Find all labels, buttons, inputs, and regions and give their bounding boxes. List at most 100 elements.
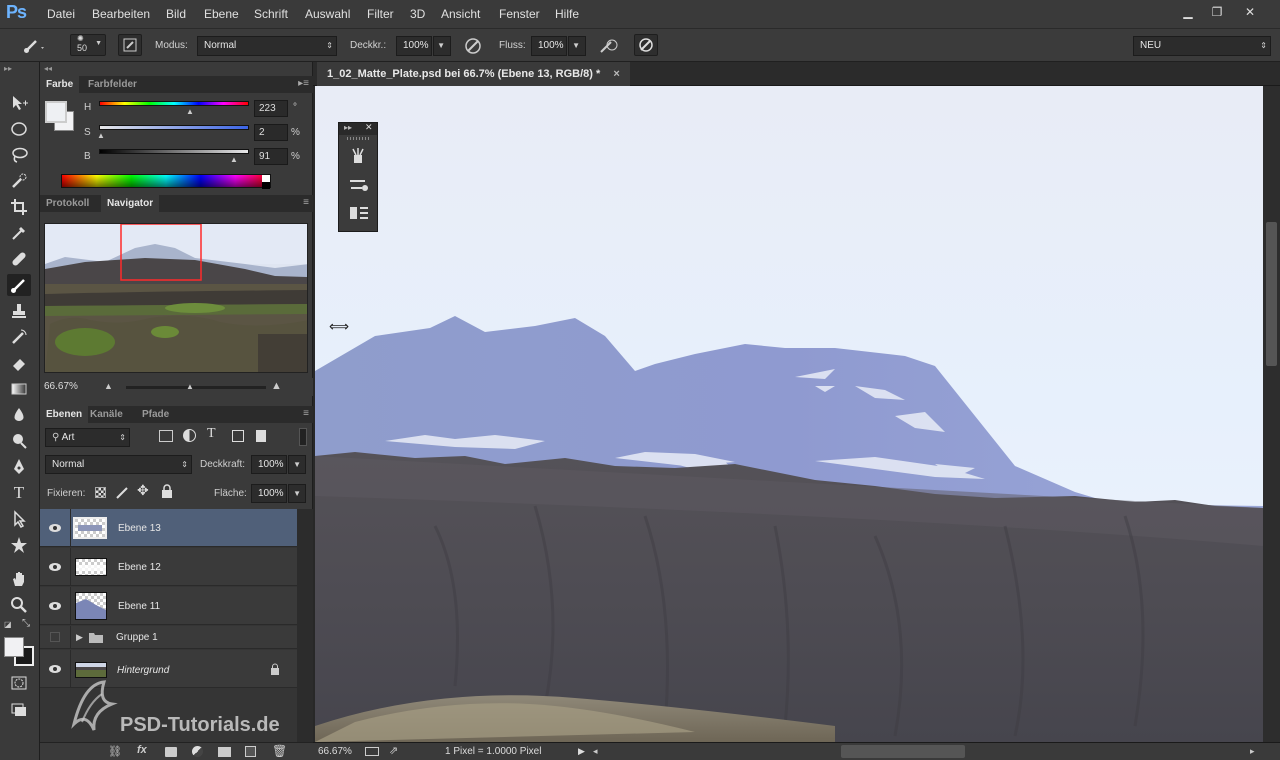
trash-icon[interactable]: 🗑 bbox=[272, 744, 287, 758]
menu-datei[interactable]: Datei bbox=[47, 7, 75, 21]
quick-selection-tool-icon[interactable] bbox=[7, 170, 31, 192]
brush-tool-icon[interactable] bbox=[22, 35, 46, 58]
status-menu-arrow[interactable]: ▶ bbox=[578, 746, 585, 757]
layer-row-ebene-13[interactable]: Ebene 13 bbox=[40, 509, 297, 547]
blur-tool-icon[interactable] bbox=[7, 404, 31, 426]
menu-ansicht[interactable]: Ansicht bbox=[441, 7, 480, 21]
layer-row-gruppe-1[interactable]: ▶ Gruppe 1 bbox=[40, 626, 297, 649]
filter-shape-icon[interactable] bbox=[232, 430, 244, 442]
document-tab[interactable]: 1_02_Matte_Plate.psd bei 66.7% (Ebene 13… bbox=[317, 62, 630, 86]
image-canvas[interactable]: ⟺ bbox=[315, 86, 1263, 742]
menu-bild[interactable]: Bild bbox=[166, 7, 186, 21]
vertical-scrollbar[interactable] bbox=[1263, 86, 1280, 742]
color-ramp[interactable] bbox=[61, 174, 271, 189]
layer-row-ebene-11[interactable]: Ebene 11 bbox=[40, 587, 297, 625]
menu-filter[interactable]: Filter bbox=[367, 7, 394, 21]
tablet-size-icon[interactable] bbox=[634, 34, 658, 56]
filter-adjustment-icon[interactable] bbox=[183, 429, 196, 442]
close-window-button[interactable]: ✕ bbox=[1232, 2, 1268, 22]
lock-pixels-icon[interactable] bbox=[115, 484, 131, 503]
tab-pfade[interactable]: Pfade bbox=[136, 406, 175, 423]
workspace-select[interactable]: NEU ⇕ bbox=[1133, 36, 1271, 56]
close-tab-icon[interactable]: × bbox=[613, 68, 619, 80]
crop-tool-icon[interactable] bbox=[7, 196, 31, 218]
menu-bearbeiten[interactable]: Bearbeiten bbox=[92, 7, 150, 21]
airbrush-icon[interactable] bbox=[597, 35, 619, 60]
restore-button[interactable]: ❐ bbox=[1203, 2, 1231, 22]
eyedropper-tool-icon[interactable] bbox=[7, 222, 31, 244]
lock-all-icon[interactable] bbox=[161, 484, 173, 501]
fluss-dropdown[interactable]: ▼ bbox=[568, 36, 586, 56]
layers-scrollbar[interactable] bbox=[297, 509, 313, 742]
saturation-slider[interactable] bbox=[99, 125, 249, 130]
zoom-in-icon[interactable]: ▲ bbox=[271, 380, 282, 392]
blend-mode-select[interactable]: Normal ⇕ bbox=[45, 455, 192, 474]
navigator-zoom-slider[interactable] bbox=[126, 386, 266, 389]
s-value-input[interactable]: 2 bbox=[254, 124, 288, 141]
layer-name[interactable]: Ebene 11 bbox=[118, 601, 160, 612]
status-export-icon[interactable]: ⇗ bbox=[389, 744, 398, 757]
menu-auswahl[interactable]: Auswahl bbox=[305, 7, 350, 21]
foreground-swatch[interactable] bbox=[45, 101, 67, 123]
foreground-color-swatch[interactable] bbox=[4, 637, 24, 657]
deckkr-dropdown[interactable]: ▼ bbox=[433, 36, 451, 56]
floating-panel-header[interactable]: ▸▸ ✕ bbox=[339, 122, 377, 135]
brightness-slider-thumb[interactable]: ▲ bbox=[230, 155, 238, 164]
gradient-tool-icon[interactable] bbox=[7, 378, 31, 400]
clone-source-icon[interactable] bbox=[349, 205, 369, 224]
lasso-tool-icon[interactable] bbox=[7, 144, 31, 166]
default-colors-icon[interactable]: ◪ bbox=[4, 620, 12, 629]
move-tool-icon[interactable] bbox=[7, 92, 31, 114]
opacity-dropdown[interactable]: ▼ bbox=[288, 455, 306, 474]
filter-type-icon[interactable]: T bbox=[207, 426, 216, 442]
custom-shape-tool-icon[interactable] bbox=[7, 534, 31, 556]
hand-tool-icon[interactable] bbox=[7, 568, 31, 590]
brush-preset-picker[interactable]: ✺ 50 ▼ bbox=[70, 34, 106, 56]
dodge-tool-icon[interactable] bbox=[7, 430, 31, 452]
path-selection-tool-icon[interactable] bbox=[7, 508, 31, 530]
navigator-zoom-thumb[interactable]: ▲ bbox=[186, 382, 194, 391]
visibility-toggle-empty[interactable] bbox=[40, 626, 71, 648]
visibility-eye-icon[interactable] bbox=[40, 548, 71, 585]
history-brush-tool-icon[interactable] bbox=[7, 326, 31, 348]
marquee-ellipse-tool-icon[interactable] bbox=[7, 118, 31, 140]
quick-mask-icon[interactable] bbox=[7, 672, 31, 694]
modus-select[interactable]: Normal ⇕ bbox=[197, 36, 337, 56]
layer-name[interactable]: Ebene 13 bbox=[118, 523, 161, 534]
layer-row-ebene-12[interactable]: Ebene 12 bbox=[40, 548, 297, 586]
zoom-tool-icon[interactable] bbox=[7, 594, 31, 616]
horizontal-scroll-thumb[interactable] bbox=[841, 745, 965, 758]
swap-colors-icon[interactable]: ⤡ bbox=[22, 618, 30, 629]
tab-farbfelder[interactable]: Farbfelder bbox=[82, 76, 143, 93]
layer-name[interactable]: Ebene 12 bbox=[118, 562, 161, 573]
collapse-icon[interactable]: ▸▸ bbox=[4, 64, 12, 73]
filter-toggle[interactable] bbox=[299, 428, 307, 446]
layer-filter-select[interactable]: ⚲ Art ⇕ bbox=[45, 428, 130, 447]
layer-name[interactable]: Gruppe 1 bbox=[116, 632, 158, 643]
brush-tool-icon[interactable] bbox=[7, 274, 31, 296]
pen-tool-icon[interactable] bbox=[7, 456, 31, 478]
navigator-preview[interactable] bbox=[44, 223, 308, 373]
panel-menu-icon[interactable]: ▸≡ bbox=[298, 78, 309, 89]
b-value-input[interactable]: 91 bbox=[254, 148, 288, 165]
hue-slider-thumb[interactable]: ▲ bbox=[186, 107, 194, 116]
eraser-tool-icon[interactable] bbox=[7, 352, 31, 374]
menu-hilfe[interactable]: Hilfe bbox=[555, 7, 579, 21]
fill-input[interactable]: 100% bbox=[251, 484, 287, 503]
filter-pixel-icon[interactable] bbox=[159, 430, 173, 442]
brush-settings-icon[interactable] bbox=[349, 177, 369, 196]
lock-transparency-icon[interactable] bbox=[95, 487, 106, 498]
brush-panel-toggle-icon[interactable] bbox=[118, 34, 142, 56]
tab-navigator[interactable]: Navigator bbox=[101, 195, 160, 212]
new-group-icon[interactable] bbox=[218, 747, 231, 757]
filter-smart-object-icon[interactable] bbox=[256, 430, 266, 442]
fill-dropdown[interactable]: ▼ bbox=[288, 484, 306, 503]
clone-stamp-tool-icon[interactable] bbox=[7, 300, 31, 322]
fx-icon[interactable]: fx bbox=[137, 744, 147, 756]
menu-schrift[interactable]: Schrift bbox=[254, 7, 288, 21]
menu-fenster[interactable]: Fenster bbox=[499, 7, 540, 21]
brush-presets-icon[interactable] bbox=[349, 147, 367, 168]
brightness-slider[interactable] bbox=[99, 149, 249, 154]
minimize-button[interactable]: ▁ bbox=[1174, 2, 1202, 22]
expand-group-icon[interactable]: ▶ bbox=[76, 632, 83, 643]
